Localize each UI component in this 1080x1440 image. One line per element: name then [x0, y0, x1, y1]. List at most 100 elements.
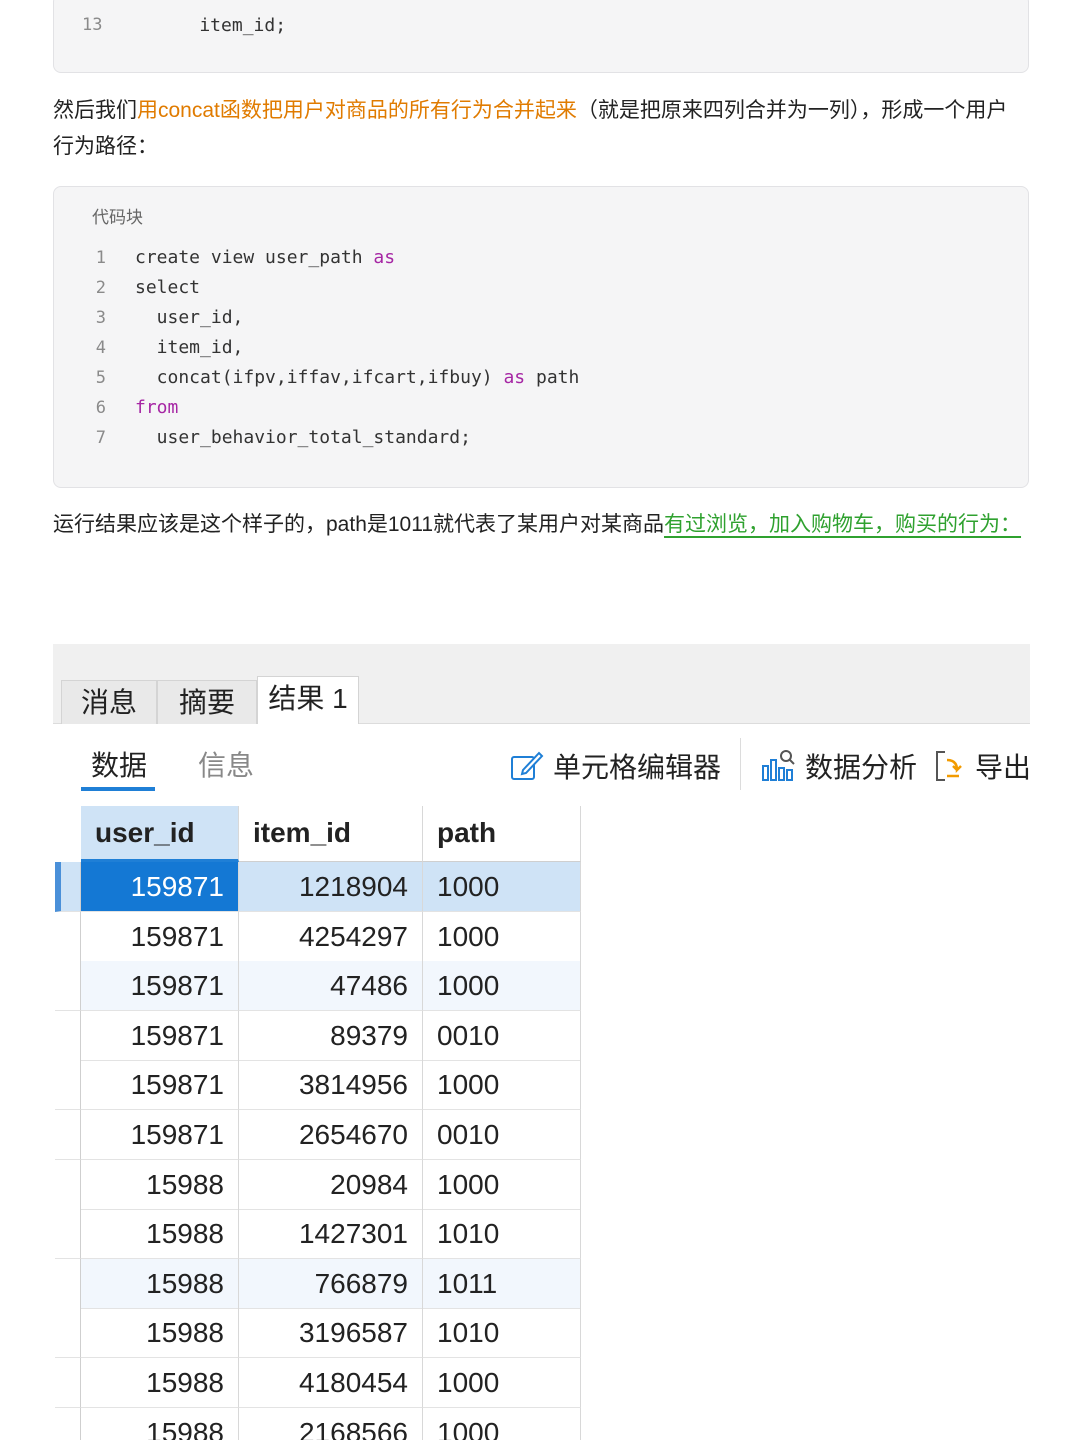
cell-user-id[interactable]: 159871 [81, 961, 239, 1012]
subtab-data[interactable]: 数据 [91, 746, 147, 786]
tab-result-1[interactable]: 结果 1 [257, 676, 359, 725]
table-row[interactable]: 15988 4180454 1000 [55, 1358, 581, 1408]
row-selector[interactable] [55, 1308, 81, 1359]
table-row[interactable]: 15988 2168566 1000 [55, 1407, 581, 1440]
cell-user-id[interactable]: 15988 [81, 1407, 239, 1440]
code-line: 2 select [54, 273, 1028, 303]
cell-user-id[interactable]: 159871 [81, 1010, 239, 1061]
grid-header-row: user_id item_id path [55, 806, 581, 862]
row-selector[interactable] [55, 1407, 81, 1440]
cell-item-id[interactable]: 2654670 [239, 1110, 423, 1160]
column-header-item-id[interactable]: item_id [239, 806, 423, 862]
cell-item-id[interactable]: 20984 [239, 1159, 423, 1210]
code-text-part: select [135, 277, 201, 298]
tab-messages[interactable]: 消息 [61, 680, 157, 724]
code-text-part: item_id, [135, 337, 244, 358]
export-icon [936, 751, 962, 781]
cell-item-id[interactable]: 3196587 [239, 1308, 423, 1359]
cell-item-id[interactable]: 89379 [239, 1010, 423, 1061]
cell-path[interactable]: 1011 [423, 1258, 581, 1309]
table-row[interactable]: 159871 2654670 0010 [55, 1110, 581, 1160]
cell-user-id[interactable]: 15988 [81, 1209, 239, 1260]
code-text-part: user_id, [135, 307, 244, 328]
highlight-text: 用concat函数把用户对商品的所有行为合并起来 [137, 99, 577, 122]
column-header-user-id[interactable]: user_id [81, 806, 239, 862]
subtab-info[interactable]: 信息 [198, 746, 254, 786]
line-number: 3 [95, 308, 106, 328]
row-selector[interactable] [55, 1110, 81, 1160]
export-button[interactable]: 导出 [933, 744, 1030, 788]
cell-path[interactable]: 1000 [423, 911, 581, 962]
row-selector[interactable] [55, 1060, 81, 1111]
cell-user-id[interactable]: 159871 [81, 911, 239, 962]
code-text: select [135, 273, 200, 303]
result-toolbar: 数据 信息 单元格编辑器 数据分析 导出 [53, 724, 1030, 804]
table-row[interactable]: 159871 3814956 1000 [55, 1060, 581, 1111]
row-selector[interactable] [55, 862, 81, 912]
cell-user-id[interactable]: 159871 [81, 1110, 239, 1160]
data-analysis-button[interactable]: 数据分析 [761, 744, 917, 788]
table-row[interactable]: 15988 1427301 1010 [55, 1209, 581, 1260]
sql-keyword: from [135, 397, 179, 418]
row-header-corner [55, 806, 81, 862]
data-analysis-label: 数据分析 [805, 752, 918, 783]
sql-code-block: 代码块 1 create view user_path as 2 select 3 us… [53, 186, 1029, 488]
row-selector[interactable] [55, 911, 81, 962]
row-selector[interactable] [55, 1010, 81, 1061]
cell-item-id[interactable]: 4254297 [239, 911, 423, 962]
cell-user-id[interactable]: 15988 [81, 1258, 239, 1309]
highlight-link[interactable]: 有过浏览，加入购物车，购买的行为： [664, 513, 1021, 536]
cell-item-id[interactable]: 2168566 [239, 1407, 423, 1440]
sql-keyword: as [503, 367, 526, 388]
paragraph-text: 运行结果应该是这个样子的，path是1011就代表了某用户对某商品 [53, 513, 665, 536]
cell-item-id[interactable]: 1218904 [239, 862, 423, 912]
query-result-panel: 消息 摘要 结果 1 数据 信息 单元格编辑器 数据分析 导出 user_id … [53, 644, 1030, 1440]
cell-path[interactable]: 1010 [423, 1209, 581, 1260]
cell-user-id[interactable]: 159871 [81, 1060, 239, 1111]
table-row[interactable]: 15988 3196587 1010 [55, 1308, 581, 1359]
table-row[interactable]: 15988 766879 1011 [55, 1258, 581, 1309]
code-line: 1 create view user_path as [54, 243, 1028, 273]
cell-item-id[interactable]: 4180454 [239, 1358, 423, 1408]
line-number: 1 [95, 248, 106, 268]
row-selector[interactable] [55, 961, 81, 1012]
code-text: from [135, 393, 178, 423]
cell-item-id[interactable]: 47486 [239, 961, 423, 1012]
cell-path[interactable]: 1000 [423, 961, 581, 1012]
cell-item-id[interactable]: 3814956 [239, 1060, 423, 1111]
line-number: 4 [95, 338, 106, 358]
cell-path[interactable]: 1000 [423, 1060, 581, 1111]
cell-path[interactable]: 0010 [423, 1110, 581, 1160]
cell-path[interactable]: 1000 [423, 1407, 581, 1440]
cell-path[interactable]: 1000 [423, 1159, 581, 1210]
column-header-path[interactable]: path [423, 806, 581, 862]
row-selector[interactable] [55, 1258, 81, 1309]
row-selector[interactable] [55, 1209, 81, 1260]
cell-item-id[interactable]: 1427301 [239, 1209, 423, 1260]
cell-editor-button[interactable]: 单元格编辑器 [509, 744, 721, 788]
cell-path[interactable]: 1000 [423, 862, 581, 912]
code-line: 6 from [54, 393, 1028, 423]
cell-user-id[interactable]: 15988 [81, 1159, 239, 1210]
row-selector[interactable] [55, 1358, 81, 1408]
export-label: 导出 [975, 752, 1030, 783]
cell-path[interactable]: 1000 [423, 1358, 581, 1408]
table-row[interactable]: 159871 4254297 1000 [55, 911, 581, 962]
tab-summary[interactable]: 摘要 [157, 680, 257, 724]
table-row[interactable]: 159871 47486 1000 [55, 961, 581, 1012]
table-row[interactable]: 159871 1218904 1000 [55, 862, 581, 912]
cell-path[interactable]: 1010 [423, 1308, 581, 1359]
row-selector[interactable] [55, 1159, 81, 1210]
cell-user-id[interactable]: 159871 [81, 862, 239, 912]
code-text: user_behavior_total_standard; [135, 423, 471, 453]
cell-user-id[interactable]: 15988 [81, 1308, 239, 1359]
cell-path[interactable]: 0010 [423, 1010, 581, 1061]
code-line: item_id; [156, 15, 287, 36]
table-row[interactable]: 159871 89379 0010 [55, 1010, 581, 1061]
code-block-fragment: 13 item_id; [53, 0, 1029, 73]
analysis-chart-icon [762, 750, 795, 781]
cell-user-id[interactable]: 15988 [81, 1358, 239, 1408]
toolbar-divider [740, 738, 741, 790]
cell-item-id[interactable]: 766879 [239, 1258, 423, 1309]
table-row[interactable]: 15988 20984 1000 [55, 1159, 581, 1210]
